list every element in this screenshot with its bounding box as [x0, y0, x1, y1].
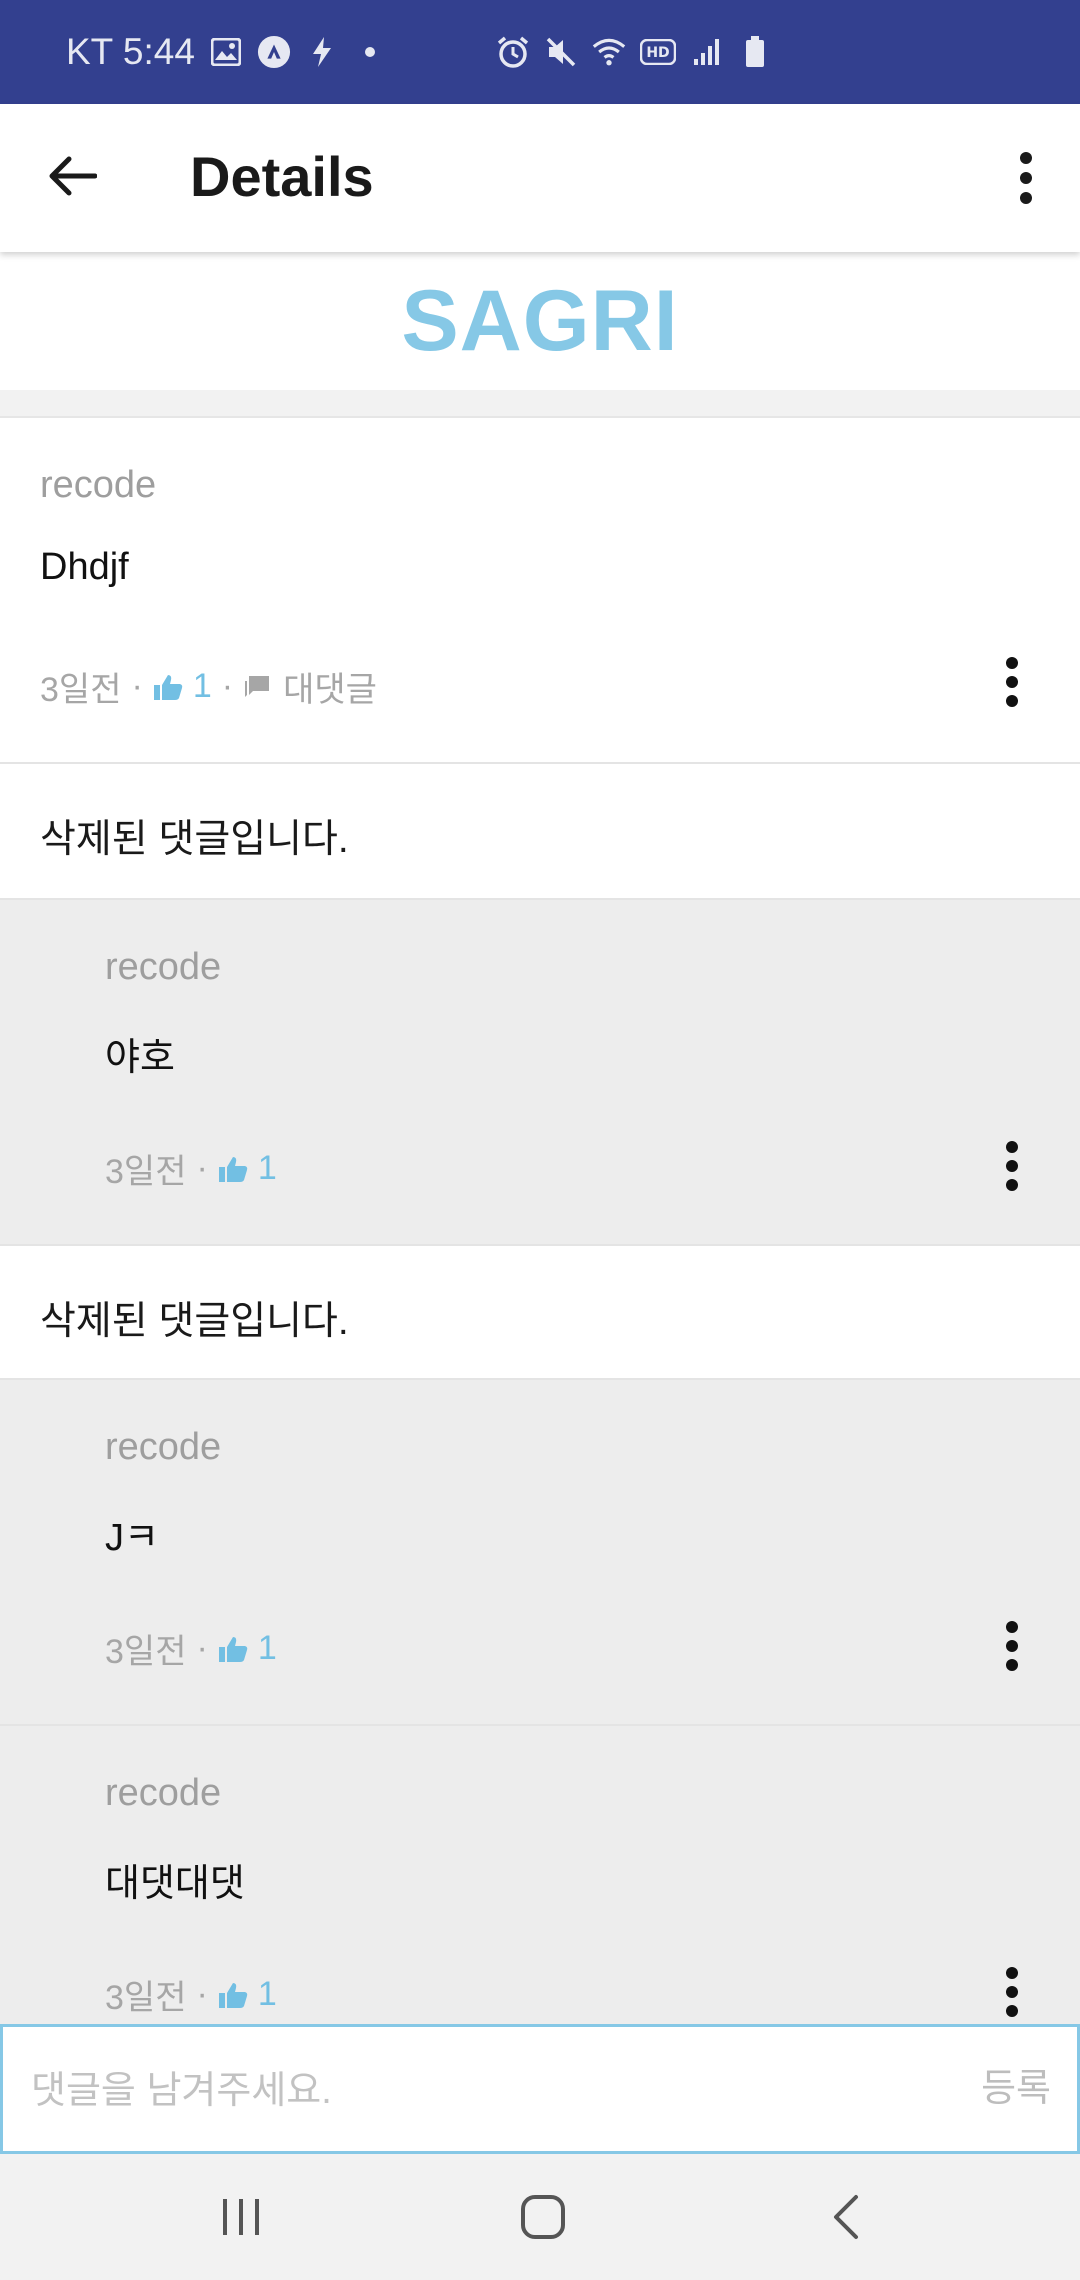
reply-item: recode 야호 3일전 · 1 [0, 900, 1080, 1246]
comment-meta: 3일전 · 1 [105, 1970, 277, 2019]
home-button[interactable] [498, 2182, 588, 2252]
comment-meta: 3일전 · 1 [105, 1624, 277, 1673]
comment-body: 대댓대댓 [105, 1863, 245, 1905]
deleted-comment-text: 삭제된 댓글입니다. [40, 1300, 349, 1343]
deleted-comment-text: 삭제된 댓글입니다. [40, 818, 349, 861]
like-count: 1 [257, 1149, 277, 1187]
system-nav-bar [0, 2154, 1080, 2280]
submit-button[interactable]: 등록 [981, 2057, 1051, 2112]
comment-author: recode [105, 1772, 222, 1814]
hd-label: HD [646, 45, 669, 61]
more-vert-icon [1006, 657, 1018, 707]
comment-author: recode [105, 1426, 222, 1468]
thumb-up-icon [218, 1982, 248, 2008]
more-vert-icon [1020, 152, 1032, 204]
comment-input[interactable] [31, 2049, 931, 2133]
like-button[interactable]: 1 [153, 667, 212, 706]
comment-more-button[interactable] [988, 1606, 1036, 1686]
meta-separator: · [221, 667, 234, 705]
deleted-comment: 삭제된 댓글입니다. [0, 1246, 1080, 1380]
reply-label: 대댓글 [283, 671, 377, 709]
like-count: 1 [192, 667, 212, 705]
comment-body: 야호 [105, 1037, 175, 1079]
hd-icon: HD [640, 35, 676, 69]
signal-icon [690, 35, 724, 69]
brand-band: SAGRI [0, 252, 1080, 390]
status-bar: KT 5:44 HD [0, 0, 1080, 104]
bolt-icon [305, 35, 339, 69]
reply-item: recode 대댓대댓 3일전 · 1 [0, 1726, 1080, 2024]
meta-separator: · [131, 667, 143, 705]
reply-button[interactable]: 대댓글 [243, 662, 377, 711]
like-button[interactable]: 1 [218, 1629, 277, 1668]
thumb-up-icon [153, 674, 183, 700]
comment-input-bar: 등록 [0, 2024, 1080, 2154]
thumb-up-icon [218, 1156, 248, 1182]
comment-time: 3일전 [40, 671, 122, 709]
app-bar: Details [0, 104, 1080, 252]
app-notification-icon [257, 35, 291, 69]
system-back-button[interactable] [800, 2182, 890, 2252]
like-count: 1 [257, 1975, 277, 2013]
reply-item: recode Jㅋ 3일전 · 1 [0, 1380, 1080, 1726]
recents-icon [223, 2199, 259, 2235]
comment-more-button[interactable] [988, 1952, 1036, 2032]
meta-separator: · [196, 1975, 208, 2013]
brand-logo-text: SAGRI [401, 272, 679, 369]
home-icon [521, 2195, 565, 2239]
divider [0, 390, 1080, 418]
comment-meta: 3일전 · 1 · 대댓글 [40, 662, 377, 711]
back-button[interactable] [36, 140, 108, 212]
recents-button[interactable] [196, 2182, 286, 2252]
comment-time: 3일전 [105, 1633, 187, 1671]
like-count: 1 [257, 1629, 277, 1667]
wifi-icon [592, 35, 626, 69]
dot-icon [353, 35, 387, 69]
meta-separator: · [196, 1629, 208, 1667]
arrow-left-icon [49, 156, 97, 196]
comment-time: 3일전 [105, 1979, 187, 2017]
comment-author: recode [105, 946, 222, 988]
comment-body: Dhdjf [40, 546, 129, 588]
chevron-left-icon [834, 2195, 858, 2239]
comment-more-button[interactable] [988, 1126, 1036, 1206]
mute-icon [544, 35, 578, 69]
comment-item: recode Dhdjf 3일전 · 1 · 대댓글 [0, 418, 1080, 764]
page-title: Details [190, 145, 374, 208]
deleted-comment: 삭제된 댓글입니다. [0, 764, 1080, 900]
comment-meta: 3일전 · 1 [105, 1144, 277, 1193]
status-left: KT 5:44 [66, 31, 387, 73]
meta-separator: · [196, 1149, 208, 1187]
comment-body: Jㅋ [105, 1517, 159, 1559]
status-right: HD [496, 0, 772, 104]
alarm-icon [496, 35, 530, 69]
overflow-menu-button[interactable] [996, 138, 1056, 218]
thumb-up-icon [218, 1636, 248, 1662]
image-icon [209, 35, 243, 69]
more-vert-icon [1006, 1621, 1018, 1671]
comment-more-button[interactable] [988, 642, 1036, 722]
comment-bubble-icon [245, 675, 270, 697]
comment-author: recode [40, 464, 157, 506]
carrier-time: KT 5:44 [66, 31, 195, 72]
like-button[interactable]: 1 [218, 1149, 277, 1188]
battery-icon [738, 35, 772, 69]
more-vert-icon [1006, 1141, 1018, 1191]
more-vert-icon [1006, 1967, 1018, 2017]
comment-time: 3일전 [105, 1153, 187, 1191]
like-button[interactable]: 1 [218, 1975, 277, 2014]
